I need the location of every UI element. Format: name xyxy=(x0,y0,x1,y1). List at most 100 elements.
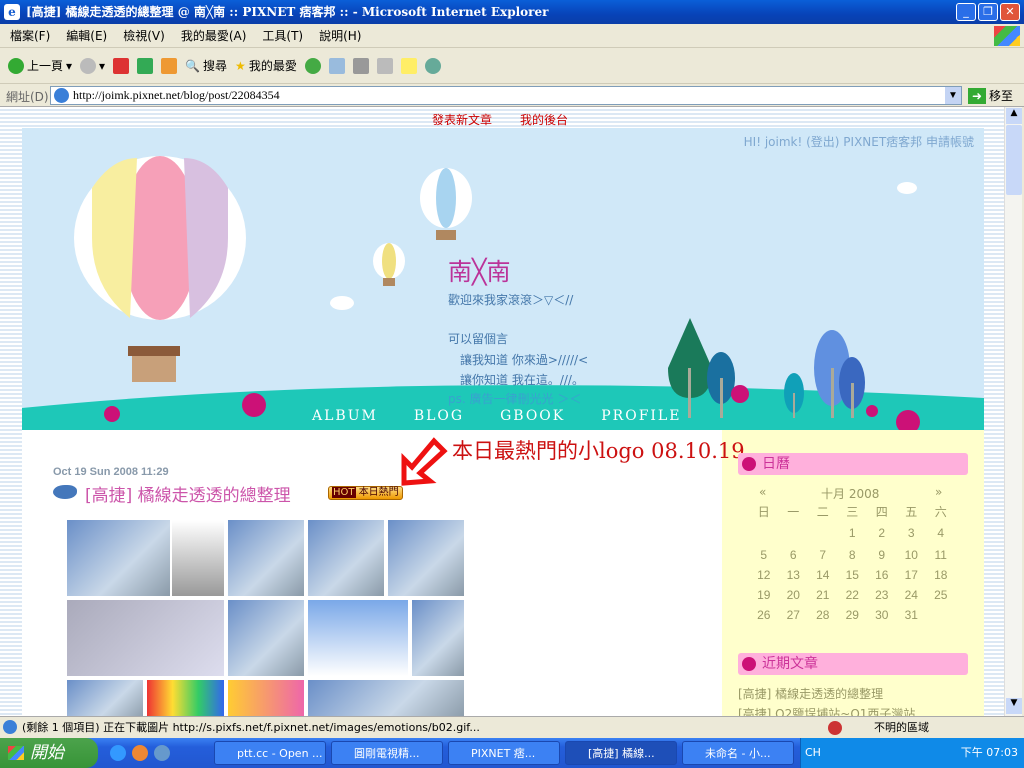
post-title[interactable]: [高捷] 橘線走透透的總整理 xyxy=(85,481,291,506)
calendar-day[interactable]: 1 xyxy=(838,521,868,545)
ie-quicklaunch-icon[interactable] xyxy=(110,745,126,761)
calendar-day[interactable]: 11 xyxy=(926,545,956,565)
recent-post-link[interactable]: [高捷] 橘線走透透的總整理 xyxy=(738,685,883,702)
taskbar-item-active[interactable]: [高捷] 橘線... xyxy=(565,741,677,765)
calendar-day[interactable]: 28 xyxy=(808,605,838,625)
back-button[interactable]: 上一頁 ▾ xyxy=(8,57,72,74)
calendar-day[interactable]: 27 xyxy=(779,605,809,625)
app-quicklaunch-icon[interactable] xyxy=(154,745,170,761)
calendar-day[interactable]: 21 xyxy=(808,585,838,605)
page-icon xyxy=(54,88,69,103)
calendar-day[interactable]: 6 xyxy=(779,545,809,565)
start-button[interactable]: 開始 xyxy=(0,738,98,768)
taskbar-item[interactable]: 圓剛電視精... xyxy=(331,741,443,765)
vertical-scrollbar[interactable]: ▲ ▼ xyxy=(1004,107,1022,716)
taskbar-item[interactable]: PIXNET 痞... xyxy=(448,741,560,765)
calendar-day[interactable]: 30 xyxy=(867,605,897,625)
address-input[interactable]: http://joimk.pixnet.net/blog/post/220843… xyxy=(50,86,962,105)
refresh-icon[interactable] xyxy=(137,57,154,74)
calendar-day[interactable]: 20 xyxy=(779,585,809,605)
calendar-day[interactable]: 12 xyxy=(749,565,779,585)
bird-icon xyxy=(53,485,77,499)
language-indicator[interactable]: CH xyxy=(805,746,821,759)
scroll-up-button[interactable]: ▲ xyxy=(1006,108,1022,124)
taskbar-item[interactable]: ptt.cc - Open ... xyxy=(214,741,326,765)
messenger-icon[interactable] xyxy=(424,57,441,74)
note-icon[interactable] xyxy=(400,57,417,74)
search-button[interactable]: 🔍 搜尋 xyxy=(185,57,227,74)
calendar-day[interactable]: 25 xyxy=(926,585,956,605)
calendar-day[interactable]: 15 xyxy=(838,565,868,585)
top-link-dashboard[interactable]: 我的後台 xyxy=(520,111,568,128)
calendar-day[interactable]: 3 xyxy=(897,521,927,545)
minimize-button[interactable]: _ xyxy=(956,3,976,21)
menu-edit[interactable]: 編輯(E) xyxy=(66,24,107,48)
firefox-quicklaunch-icon[interactable] xyxy=(132,745,148,761)
nav-gbook[interactable]: GBOOK xyxy=(500,408,565,424)
calendar-day[interactable]: 13 xyxy=(779,565,809,585)
calendar-day[interactable]: 9 xyxy=(867,545,897,565)
calendar: « 十月 2008 » 日一二三四五六 1234 5 6 7 8 9 10 11 12 13 1… xyxy=(749,485,959,625)
nav-blog[interactable]: BLOG xyxy=(414,408,464,424)
nav-album[interactable]: ALBUM xyxy=(312,408,378,424)
forward-button[interactable]: ▾ xyxy=(80,57,105,74)
calendar-day[interactable]: 4 xyxy=(926,521,956,545)
taskbar-item[interactable]: 未命名 - 小... xyxy=(682,741,794,765)
recent-post-link[interactable]: [高捷] O2鹽埕埔站~O1西子灣站 xyxy=(738,705,915,716)
scroll-down-button[interactable]: ▼ xyxy=(1006,698,1022,714)
calendar-day[interactable]: 14 xyxy=(808,565,838,585)
calendar-day[interactable]: 18 xyxy=(926,565,956,585)
close-button[interactable]: ✕ xyxy=(1000,3,1020,21)
calendar-day[interactable]: 8 xyxy=(838,545,868,565)
calendar-day[interactable] xyxy=(808,521,838,545)
favorites-button[interactable]: ★ 我的最愛 xyxy=(235,57,297,74)
edit-icon[interactable] xyxy=(376,57,393,74)
calendar-day[interactable]: 7 xyxy=(808,545,838,565)
calendar-day[interactable]: 19 xyxy=(749,585,779,605)
calendar-day[interactable] xyxy=(779,521,809,545)
calendar-prev[interactable]: « xyxy=(759,485,766,499)
maximize-button[interactable]: ❐ xyxy=(978,3,998,21)
print-icon[interactable] xyxy=(352,57,369,74)
nav-profile[interactable]: PROFILE xyxy=(601,408,681,424)
calendar-day[interactable]: 26 xyxy=(749,605,779,625)
ie-icon: e xyxy=(4,4,20,20)
blog-title[interactable]: 南╳南 xyxy=(448,252,510,287)
go-label: 移至 xyxy=(989,89,1014,103)
menu-view[interactable]: 檢視(V) xyxy=(123,24,165,48)
calendar-day[interactable]: 16 xyxy=(867,565,897,585)
calendar-day[interactable]: 23 xyxy=(867,585,897,605)
calendar-day[interactable]: 5 xyxy=(749,545,779,565)
menu-favorites[interactable]: 我的最愛(A) xyxy=(181,24,247,48)
calendar-day[interactable] xyxy=(926,605,956,625)
history-icon[interactable] xyxy=(304,57,321,74)
star-icon: ★ xyxy=(235,58,246,73)
start-label: 開始 xyxy=(30,743,64,763)
calendar-next[interactable]: » xyxy=(935,485,942,499)
calendar-day[interactable]: 29 xyxy=(838,605,868,625)
recent-title: 近期文章 xyxy=(762,656,818,672)
calendar-day[interactable]: 2 xyxy=(867,521,897,545)
weekday: 日 xyxy=(757,504,770,519)
calendar-day[interactable] xyxy=(749,521,779,545)
address-dropdown[interactable]: ▼ xyxy=(945,87,961,104)
scroll-thumb[interactable] xyxy=(1006,125,1022,195)
calendar-day[interactable]: 17 xyxy=(897,565,927,585)
forward-arrow-icon xyxy=(80,57,97,74)
menu-help[interactable]: 說明(H) xyxy=(319,24,361,48)
menu-tools[interactable]: 工具(T) xyxy=(262,24,303,48)
calendar-day[interactable]: 22 xyxy=(838,585,868,605)
stop-icon[interactable] xyxy=(113,57,130,74)
calendar-day[interactable]: 31 xyxy=(897,605,927,625)
calendar-day[interactable]: 10 xyxy=(897,545,927,565)
status-bar: (剩餘 1 個項目) 正在下載圖片 http://s.pixfs.net/f.p… xyxy=(0,716,1024,738)
calendar-day[interactable]: 24 xyxy=(897,585,927,605)
menu-file[interactable]: 檔案(F) xyxy=(10,24,50,48)
top-link-new-post[interactable]: 發表新文章 xyxy=(432,111,492,128)
go-button[interactable]: ➜ 移至 xyxy=(968,87,1013,104)
mail-icon[interactable] xyxy=(328,57,345,74)
bird-icon xyxy=(897,182,917,194)
photo-collage[interactable] xyxy=(67,520,464,716)
home-icon[interactable] xyxy=(161,57,178,74)
message-line: 讓你知道 我在這。///。 xyxy=(460,373,584,387)
